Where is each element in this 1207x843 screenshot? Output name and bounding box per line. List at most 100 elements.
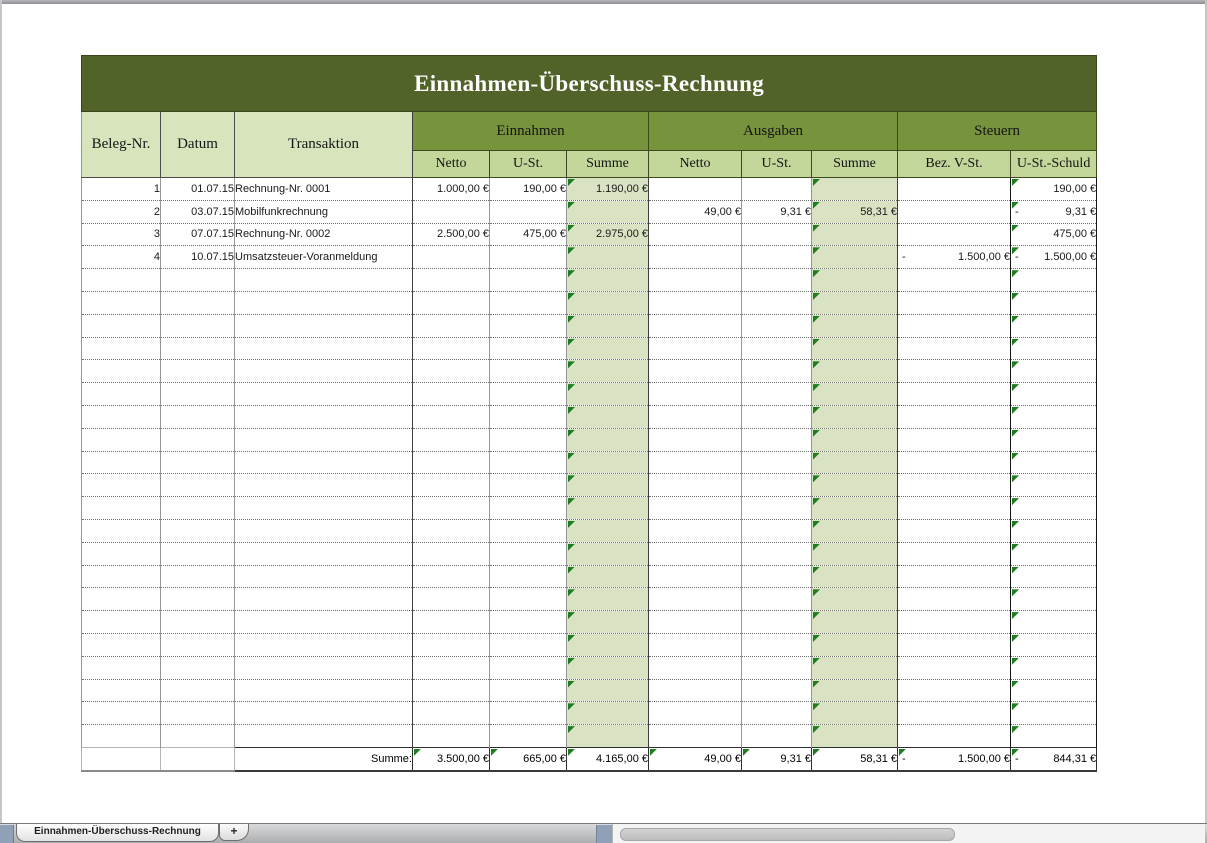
scrollbar-split-handle[interactable] [596, 825, 613, 843]
cell-bez-vst[interactable] [898, 291, 1011, 314]
cell-e-summe[interactable] [567, 451, 649, 474]
cell-a-summe[interactable] [812, 565, 898, 588]
cell-e-netto[interactable] [413, 542, 490, 565]
cell-e-ust[interactable] [490, 383, 567, 406]
cell-ust-schuld[interactable] [1011, 451, 1097, 474]
cell-a-netto[interactable] [649, 337, 742, 360]
cell-e-summe[interactable] [567, 588, 649, 611]
cell-a-netto[interactable] [649, 497, 742, 520]
cell-a-ust[interactable] [742, 565, 812, 588]
cell-e-netto[interactable] [413, 405, 490, 428]
cell-bez-vst[interactable]: -1.500,00 € [898, 246, 1011, 269]
cell-ust-schuld[interactable] [1011, 474, 1097, 497]
cell-ust-schuld[interactable] [1011, 497, 1097, 520]
cell-bez-vst[interactable] [898, 269, 1011, 292]
col-header-einnahmen-ust[interactable]: U-St. [490, 151, 567, 178]
cell-ust-schuld[interactable] [1011, 519, 1097, 542]
cell-transaktion[interactable] [235, 337, 413, 360]
cell-e-ust[interactable] [490, 519, 567, 542]
cell-e-netto[interactable] [413, 497, 490, 520]
cell-beleg[interactable] [82, 633, 161, 656]
cell-ust-schuld[interactable] [1011, 725, 1097, 748]
cell-transaktion[interactable] [235, 519, 413, 542]
cell-beleg[interactable] [82, 588, 161, 611]
cell-beleg[interactable]: 3 [82, 223, 161, 246]
cell-bez-vst[interactable] [898, 633, 1011, 656]
cell-total-a-netto[interactable]: 49,00 € [649, 747, 742, 771]
cell-e-summe[interactable] [567, 542, 649, 565]
cell-bez-vst[interactable] [898, 451, 1011, 474]
cell-e-netto[interactable] [413, 702, 490, 725]
cell-e-ust[interactable] [490, 702, 567, 725]
cell-a-netto[interactable] [649, 633, 742, 656]
cell-ust-schuld[interactable] [1011, 633, 1097, 656]
cell-a-ust[interactable] [742, 223, 812, 246]
cell-e-summe[interactable] [567, 405, 649, 428]
cell-e-netto[interactable] [413, 337, 490, 360]
cell-e-summe[interactable] [567, 428, 649, 451]
cell-a-summe[interactable] [812, 679, 898, 702]
cell-e-ust[interactable] [490, 497, 567, 520]
cell-beleg[interactable] [82, 542, 161, 565]
cell-e-netto[interactable] [413, 611, 490, 634]
cell-transaktion[interactable] [235, 405, 413, 428]
cell-a-summe[interactable] [812, 269, 898, 292]
cell-a-summe[interactable] [812, 360, 898, 383]
cell-a-ust[interactable] [742, 269, 812, 292]
cell-e-netto[interactable] [413, 200, 490, 223]
cell-a-summe[interactable] [812, 611, 898, 634]
cell-a-summe[interactable] [812, 291, 898, 314]
sheet-title-cell[interactable]: Einnahmen-Überschuss-Rechnung [82, 56, 1097, 112]
cell-transaktion[interactable] [235, 383, 413, 406]
cell-e-ust[interactable] [490, 451, 567, 474]
cell-total-ust-schuld[interactable]: -844,31 € [1011, 747, 1097, 771]
sheet-tab[interactable]: Einnahmen-Überschuss-Rechnung [16, 824, 219, 842]
cell-a-netto[interactable] [649, 588, 742, 611]
cell-a-netto[interactable] [649, 725, 742, 748]
group-header-einnahmen[interactable]: Einnahmen [413, 112, 649, 151]
cell-a-summe[interactable] [812, 474, 898, 497]
cell-ust-schuld[interactable] [1011, 314, 1097, 337]
cell-e-netto[interactable] [413, 246, 490, 269]
cell-transaktion[interactable] [235, 702, 413, 725]
cell-e-summe[interactable] [567, 360, 649, 383]
cell-e-netto[interactable] [413, 588, 490, 611]
cell-datum[interactable]: 07.07.15 [161, 223, 235, 246]
cell-a-netto[interactable] [649, 223, 742, 246]
cell-a-netto[interactable] [649, 428, 742, 451]
cell-total-e-summe[interactable]: 4.165,00 € [567, 747, 649, 771]
cell-transaktion[interactable]: Mobilfunkrechnung [235, 200, 413, 223]
cell-transaktion[interactable] [235, 474, 413, 497]
cell-a-netto[interactable] [649, 314, 742, 337]
cell-a-ust[interactable] [742, 725, 812, 748]
cell-beleg[interactable] [82, 565, 161, 588]
cell-e-ust[interactable] [490, 314, 567, 337]
cell-total-datum[interactable] [161, 747, 235, 771]
cell-e-ust[interactable] [490, 588, 567, 611]
cell-transaktion[interactable] [235, 679, 413, 702]
cell-a-ust[interactable]: 9,31 € [742, 200, 812, 223]
cell-a-ust[interactable] [742, 178, 812, 201]
cell-a-summe[interactable] [812, 337, 898, 360]
cell-datum[interactable]: 01.07.15 [161, 178, 235, 201]
cell-a-ust[interactable] [742, 611, 812, 634]
cell-beleg[interactable]: 2 [82, 200, 161, 223]
cell-e-summe[interactable] [567, 497, 649, 520]
horizontal-scrollbar-thumb[interactable] [620, 828, 955, 841]
cell-bez-vst[interactable] [898, 200, 1011, 223]
cell-beleg[interactable] [82, 428, 161, 451]
cell-e-summe[interactable] [567, 200, 649, 223]
group-header-ausgaben[interactable]: Ausgaben [649, 112, 898, 151]
cell-bez-vst[interactable] [898, 519, 1011, 542]
cell-transaktion[interactable] [235, 428, 413, 451]
cell-e-summe[interactable] [567, 314, 649, 337]
cell-a-summe[interactable] [812, 383, 898, 406]
cell-e-netto[interactable] [413, 474, 490, 497]
total-label-cell[interactable]: Summe: [235, 747, 413, 771]
cell-total-e-ust[interactable]: 665,00 € [490, 747, 567, 771]
cell-bez-vst[interactable] [898, 656, 1011, 679]
cell-datum[interactable] [161, 588, 235, 611]
cell-bez-vst[interactable] [898, 405, 1011, 428]
cell-datum[interactable] [161, 565, 235, 588]
cell-e-summe[interactable] [567, 725, 649, 748]
